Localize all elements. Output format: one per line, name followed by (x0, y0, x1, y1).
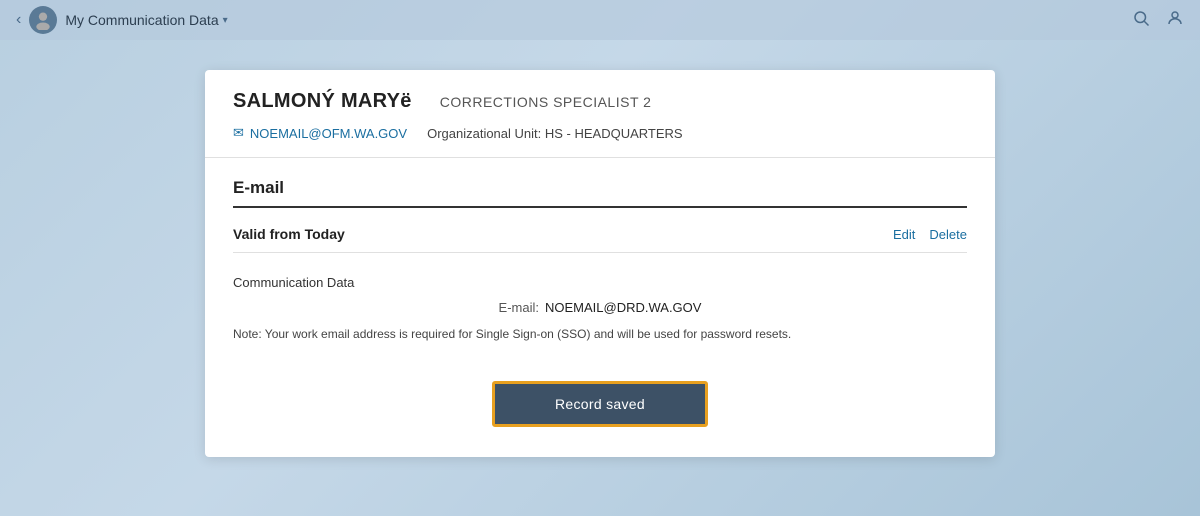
person-name: SALMONÝ MARYë (233, 90, 412, 113)
action-links: Edit Delete (893, 227, 967, 242)
comm-data-section: Communication Data E-mail: NOEMAIL@DRD.W… (233, 267, 967, 353)
valid-from-row: Valid from Today Edit Delete (233, 226, 967, 253)
avatar (29, 6, 57, 34)
valid-from-label: Valid from Today (233, 226, 345, 242)
comm-data-label: Communication Data (233, 275, 967, 290)
nav-right (1132, 9, 1184, 32)
main-card: SALMONÝ MARYë CORRECTIONS SPECIALIST 2 ✉… (205, 70, 995, 457)
org-unit: Organizational Unit: HS - HEADQUARTERS (427, 126, 683, 141)
org-unit-value: HS - HEADQUARTERS (545, 126, 683, 141)
header-email-link[interactable]: ✉ NOEMAIL@OFM.WA.GOV (233, 125, 407, 141)
top-nav-bar: ‹ My Communication Data ▾ (0, 0, 1200, 40)
email-field-label: E-mail: (499, 300, 539, 315)
org-unit-label: Organizational Unit: (427, 126, 541, 141)
back-icon: ‹ (16, 11, 21, 29)
nav-left: ‹ My Communication Data ▾ (16, 6, 228, 34)
email-row: E-mail: NOEMAIL@DRD.WA.GOV (233, 300, 967, 315)
delete-link[interactable]: Delete (929, 227, 967, 242)
job-title: CORRECTIONS SPECIALIST 2 (440, 94, 652, 110)
card-header: SALMONÝ MARYë CORRECTIONS SPECIALIST 2 ✉… (205, 70, 995, 158)
envelope-icon: ✉ (233, 125, 244, 141)
search-icon[interactable] (1132, 9, 1150, 32)
note-text: Note: Your work email address is require… (233, 325, 967, 343)
header-email-text: NOEMAIL@OFM.WA.GOV (250, 126, 407, 141)
main-content: SALMONÝ MARYë CORRECTIONS SPECIALIST 2 ✉… (0, 40, 1200, 487)
email-field-value: NOEMAIL@DRD.WA.GOV (545, 300, 701, 315)
edit-link[interactable]: Edit (893, 227, 915, 242)
record-saved-button[interactable]: Record saved (492, 381, 708, 427)
card-body: E-mail Valid from Today Edit Delete Comm… (205, 158, 995, 457)
chevron-down-icon[interactable]: ▾ (223, 15, 228, 26)
section-title: E-mail (233, 178, 967, 208)
app-title-text: My Communication Data (65, 12, 218, 28)
button-row: Record saved (233, 381, 967, 427)
user-icon[interactable] (1166, 9, 1184, 32)
app-title: My Communication Data ▾ (65, 12, 227, 28)
back-button[interactable]: ‹ (16, 11, 21, 29)
header-top: SALMONÝ MARYë CORRECTIONS SPECIALIST 2 (233, 90, 967, 113)
header-sub: ✉ NOEMAIL@OFM.WA.GOV Organizational Unit… (233, 125, 967, 141)
